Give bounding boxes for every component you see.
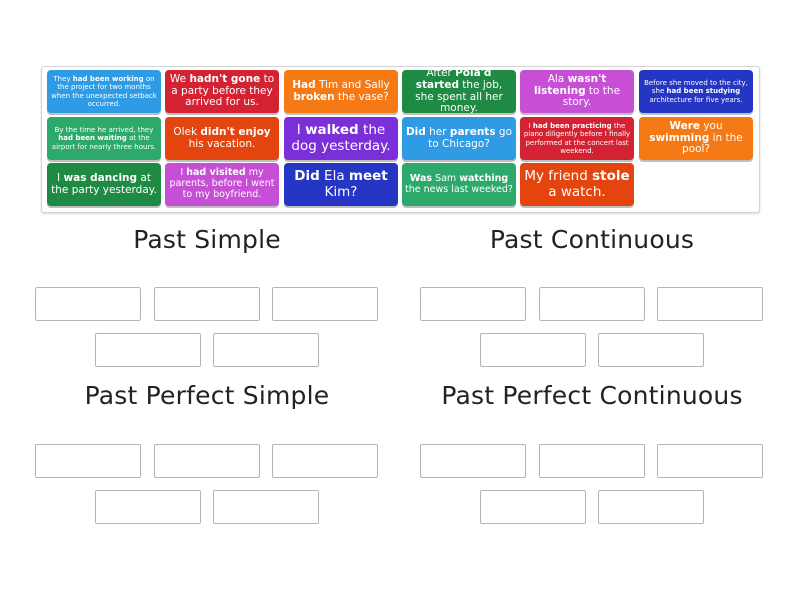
sentence-card-text: Had Tim and Sally broken the vase? xyxy=(292,78,390,103)
drop-slot-past-perfect-simple[interactable] xyxy=(272,444,378,478)
sentence-card-text: My friend stole a watch. xyxy=(524,168,630,200)
drop-slot-past-perfect-continuous[interactable] xyxy=(657,444,763,478)
sentence-card-text: Olek didn't enjoy his vacation. xyxy=(173,125,271,150)
sentence-card-text: Ala wasn't listening to the story. xyxy=(533,72,621,109)
sentence-card[interactable]: Were you swimming in the pool? xyxy=(639,117,753,160)
drop-slot-past-simple[interactable] xyxy=(35,287,141,321)
sentence-card[interactable]: By the time he arrived, they had been wa… xyxy=(47,117,161,160)
sentence-card[interactable]: I was dancing at the party yesterday. xyxy=(47,163,161,206)
sentence-card[interactable]: We hadn't gone to a party before they ar… xyxy=(165,70,279,113)
sentence-card-text: By the time he arrived, they had been wa… xyxy=(51,126,157,151)
sentence-card[interactable]: Had Tim and Sally broken the vase? xyxy=(284,70,398,113)
drop-slot-past-continuous[interactable] xyxy=(420,287,526,321)
sentence-card-text: Did her parents go to Chicago? xyxy=(405,125,513,150)
sentence-card-text: We hadn't gone to a party before they ar… xyxy=(169,72,275,109)
drop-slot-past-continuous[interactable] xyxy=(539,287,645,321)
group-heading-past-simple: Past Simple xyxy=(133,225,281,254)
sentence-card-text: Were you swimming in the pool? xyxy=(649,119,743,156)
sentence-card[interactable]: Did Ela meet Kim? xyxy=(284,163,398,206)
drop-slot-past-perfect-continuous[interactable] xyxy=(480,490,586,524)
sentence-card[interactable]: Ala wasn't listening to the story. xyxy=(520,70,634,113)
sentence-card[interactable]: I walked the dog yesterday. xyxy=(284,117,398,160)
sentence-card-text: After Pola'd started the job, she spent … xyxy=(415,70,503,113)
sentence-card-text: I was dancing at the party yesterday. xyxy=(51,171,157,196)
sentence-card-text: Before she moved to the city, she had be… xyxy=(644,79,748,104)
group-heading-past-perfect-continuous: Past Perfect Continuous xyxy=(441,381,743,410)
sentence-card[interactable]: My friend stole a watch. xyxy=(520,163,634,206)
sentence-card-text: Was Sam watching the news last weeked? xyxy=(405,172,513,195)
drop-slot-past-perfect-simple[interactable] xyxy=(213,490,319,524)
drop-slot-past-continuous[interactable] xyxy=(598,333,704,367)
drop-slot-past-simple[interactable] xyxy=(95,333,201,367)
sentence-card-text: I walked the dog yesterday. xyxy=(291,122,391,154)
sentence-card[interactable]: I had been practicing the piano diligent… xyxy=(520,117,634,160)
drop-slot-past-perfect-continuous[interactable] xyxy=(539,444,645,478)
sentence-card[interactable]: After Pola'd started the job, she spent … xyxy=(402,70,516,113)
drop-slot-past-simple[interactable] xyxy=(213,333,319,367)
group-heading-past-perfect-simple: Past Perfect Simple xyxy=(84,381,330,410)
sentence-card-text: Did Ela meet Kim? xyxy=(294,168,388,200)
drop-slot-past-perfect-simple[interactable] xyxy=(35,444,141,478)
group-heading-past-continuous: Past Continuous xyxy=(489,225,695,254)
sentence-card[interactable]: Before she moved to the city, she had be… xyxy=(639,70,753,113)
drop-slot-past-simple[interactable] xyxy=(272,287,378,321)
drop-slot-past-perfect-continuous[interactable] xyxy=(598,490,704,524)
sentence-card-text: I had been practicing the piano diligent… xyxy=(523,122,631,155)
sentence-card-text: I had visited my parents, before I went … xyxy=(169,167,275,200)
drop-slot-past-continuous[interactable] xyxy=(657,287,763,321)
sentence-card[interactable]: Did her parents go to Chicago? xyxy=(402,117,516,160)
sentence-card[interactable]: Olek didn't enjoy his vacation. xyxy=(165,117,279,160)
drop-slot-past-simple[interactable] xyxy=(154,287,260,321)
sentence-card[interactable]: They had been working on the project for… xyxy=(47,70,161,113)
drop-slot-past-perfect-simple[interactable] xyxy=(95,490,201,524)
sentence-card[interactable]: I had visited my parents, before I went … xyxy=(165,163,279,206)
drop-slot-past-continuous[interactable] xyxy=(480,333,586,367)
sentence-card-text: They had been working on the project for… xyxy=(51,75,157,108)
sentence-card[interactable]: Was Sam watching the news last weeked? xyxy=(402,163,516,206)
drop-slot-past-perfect-continuous[interactable] xyxy=(420,444,526,478)
drop-slot-past-perfect-simple[interactable] xyxy=(154,444,260,478)
